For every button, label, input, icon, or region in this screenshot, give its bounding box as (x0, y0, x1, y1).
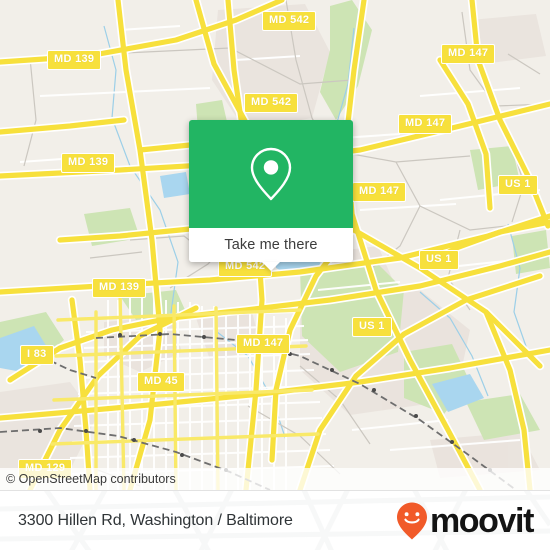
road-shield: MD 147 (398, 114, 453, 134)
take-me-there-label: Take me there (224, 237, 318, 253)
road-shield: US 1 (352, 317, 392, 337)
road-shield: US 1 (498, 175, 538, 195)
road-shield: MD 139 (61, 153, 116, 173)
map-attribution[interactable]: © OpenStreetMap contributors (0, 468, 550, 490)
popup-action-bar[interactable]: Take me there (189, 228, 353, 271)
map-pin-icon (250, 147, 292, 201)
road-shield: US 1 (419, 250, 459, 270)
moovit-smiley-pin-icon (396, 502, 427, 540)
road-shield: MD 139 (47, 50, 102, 70)
footer-address-label: 3300 Hillen Rd, Washington / Baltimore (18, 512, 293, 529)
popup-header (189, 120, 353, 228)
road-shield: MD 147 (352, 182, 407, 202)
road-shield: MD 542 (244, 93, 299, 113)
road-shield: MD 542 (262, 11, 317, 31)
popup-pointer-tail (262, 262, 280, 271)
road-shield: MD 147 (441, 44, 496, 64)
road-shield: I 83 (20, 345, 54, 365)
moovit-wordmark: moovit (429, 502, 534, 540)
location-popup[interactable]: Take me there (189, 120, 353, 271)
road-shield: MD 147 (236, 334, 291, 354)
map-canvas[interactable]: MD 542 MD 139 MD 147 MD 542 MD 147 MD 13… (0, 0, 550, 490)
road-shield: MD 139 (92, 278, 147, 298)
footer-bar: 3300 Hillen Rd, Washington / Baltimore m… (0, 490, 550, 550)
moovit-logo[interactable]: moovit (395, 501, 534, 541)
road-shield: MD 45 (137, 372, 185, 392)
map-screenshot: MD 542 MD 139 MD 147 MD 542 MD 147 MD 13… (0, 0, 550, 550)
